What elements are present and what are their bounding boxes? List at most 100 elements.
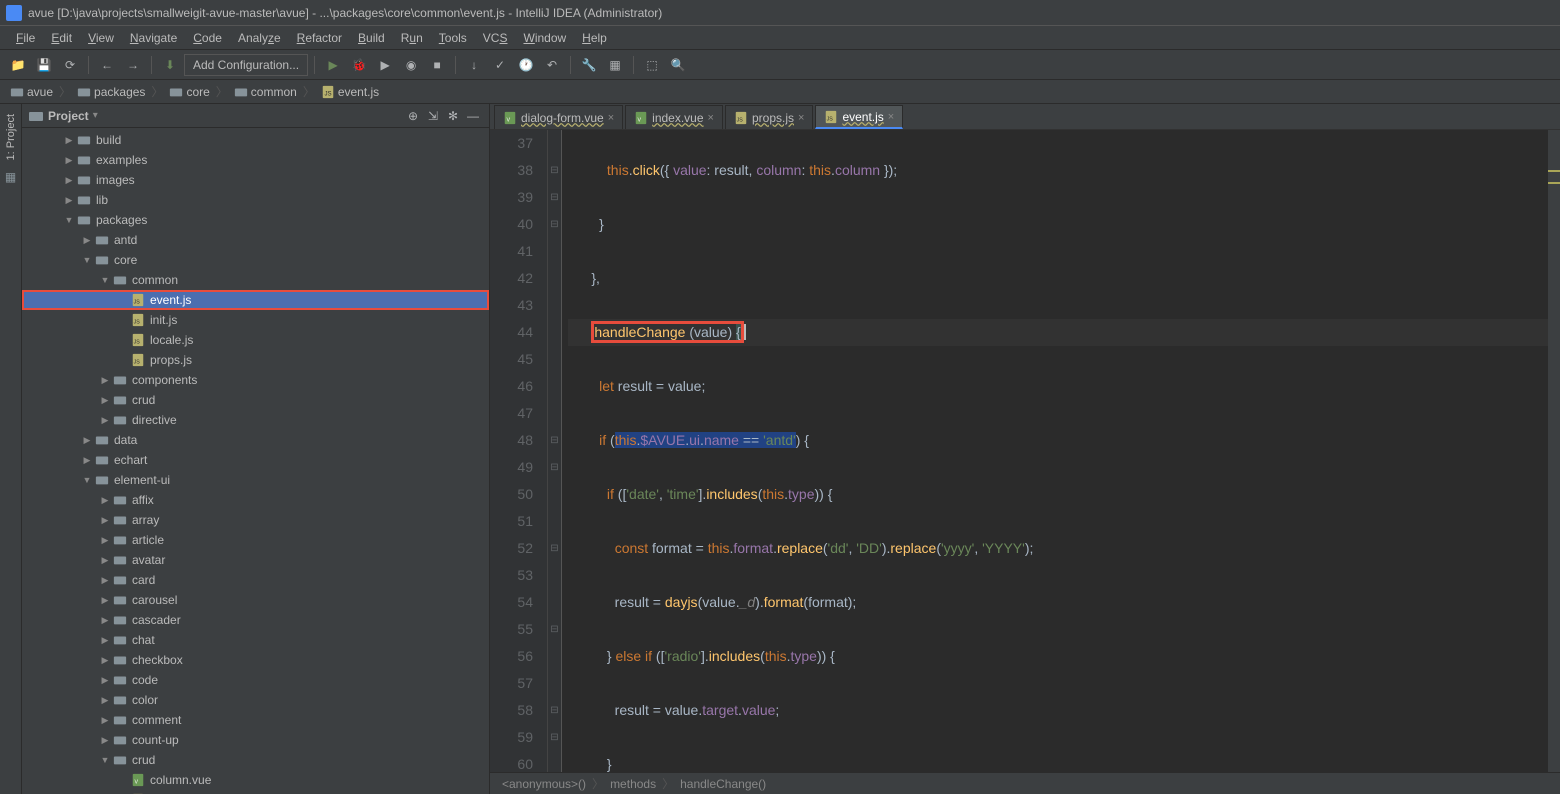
tree-item-crud[interactable]: ▼crud [22, 750, 489, 770]
menu-refactor[interactable]: Refactor [289, 29, 350, 47]
settings-icon[interactable]: ✻ [443, 106, 463, 126]
editor-tab-event-js[interactable]: JSevent.js× [815, 105, 903, 129]
fold-marker-icon[interactable]: ⊟ [548, 616, 561, 643]
tree-arrow-icon[interactable]: ▶ [98, 595, 112, 606]
tree-item-article[interactable]: ▶article [22, 530, 489, 550]
project-tool-tab[interactable]: 1: Project [5, 110, 17, 164]
tree-item-element-ui[interactable]: ▼element-ui [22, 470, 489, 490]
breadcrumb-handlechange[interactable]: handleChange() [674, 777, 772, 791]
fold-marker-icon[interactable] [548, 508, 561, 535]
tree-item-common[interactable]: ▼common [22, 270, 489, 290]
fold-marker-icon[interactable] [548, 130, 561, 157]
breadcrumb-methods[interactable]: methods [604, 777, 662, 791]
editor-tab-dialog-form-vue[interactable]: Vdialog-form.vue× [494, 105, 623, 129]
fold-marker-icon[interactable] [548, 292, 561, 319]
profile-icon[interactable]: ◉ [399, 53, 423, 77]
tree-item-config-js[interactable]: JSconfig.js [22, 790, 489, 794]
menu-file[interactable]: File [8, 29, 43, 47]
fold-marker-icon[interactable] [548, 670, 561, 697]
tree-arrow-icon[interactable]: ▶ [98, 655, 112, 666]
tree-arrow-icon[interactable]: ▶ [98, 735, 112, 746]
breadcrumb-avue[interactable]: avue [6, 85, 57, 99]
menu-view[interactable]: View [80, 29, 122, 47]
fold-marker-icon[interactable] [548, 373, 561, 400]
tree-item-props-js[interactable]: JSprops.js [22, 350, 489, 370]
menu-help[interactable]: Help [574, 29, 615, 47]
fold-marker-icon[interactable] [548, 400, 561, 427]
tree-item-build[interactable]: ▶build [22, 130, 489, 150]
run-icon[interactable]: ▶ [321, 53, 345, 77]
fold-marker-icon[interactable]: ⊟ [548, 427, 561, 454]
tree-item-column-vue[interactable]: Vcolumn.vue [22, 770, 489, 790]
breadcrumb-common[interactable]: common [230, 85, 301, 99]
breadcrumb-anonymous[interactable]: <anonymous>() [496, 777, 592, 791]
editor-tab-props-js[interactable]: JSprops.js× [725, 105, 813, 129]
tree-arrow-icon[interactable]: ▼ [62, 215, 76, 225]
tree-arrow-icon[interactable]: ▶ [98, 555, 112, 566]
menu-code[interactable]: Code [185, 29, 230, 47]
close-tab-icon[interactable]: × [708, 112, 714, 124]
structure-tool-icon[interactable]: ▦ [5, 170, 16, 184]
fold-marker-icon[interactable]: ⊟ [548, 535, 561, 562]
tree-arrow-icon[interactable]: ▶ [98, 535, 112, 546]
tree-item-code[interactable]: ▶code [22, 670, 489, 690]
fold-marker-icon[interactable] [548, 751, 561, 772]
vcs-history-icon[interactable]: 🕐 [514, 53, 538, 77]
close-tab-icon[interactable]: × [798, 112, 804, 124]
menu-run[interactable]: Run [393, 29, 431, 47]
menu-navigate[interactable]: Navigate [122, 29, 185, 47]
tree-arrow-icon[interactable]: ▶ [98, 675, 112, 686]
tree-item-antd[interactable]: ▶antd [22, 230, 489, 250]
build-icon[interactable]: ⬇ [158, 53, 182, 77]
fold-marker-icon[interactable]: ⊟ [548, 724, 561, 751]
ide-settings-icon[interactable]: 🔧 [577, 53, 601, 77]
fold-marker-icon[interactable] [548, 562, 561, 589]
debug-icon[interactable]: 🐞 [347, 53, 371, 77]
tree-item-cascader[interactable]: ▶cascader [22, 610, 489, 630]
refresh-icon[interactable]: ⟳ [58, 53, 82, 77]
tree-item-affix[interactable]: ▶affix [22, 490, 489, 510]
menu-build[interactable]: Build [350, 29, 393, 47]
select-opened-file-icon[interactable]: ⊕ [403, 106, 423, 126]
tree-item-comment[interactable]: ▶comment [22, 710, 489, 730]
tree-arrow-icon[interactable]: ▶ [80, 455, 94, 466]
tree-item-components[interactable]: ▶components [22, 370, 489, 390]
tree-item-count-up[interactable]: ▶count-up [22, 730, 489, 750]
breadcrumb-packages[interactable]: packages [73, 85, 149, 99]
tree-arrow-icon[interactable]: ▼ [80, 255, 94, 265]
tree-arrow-icon[interactable]: ▼ [98, 275, 112, 285]
project-structure-icon[interactable]: ▦ [603, 53, 627, 77]
tree-arrow-icon[interactable]: ▶ [62, 175, 76, 186]
tree-arrow-icon[interactable]: ▶ [62, 155, 76, 166]
tree-item-crud[interactable]: ▶crud [22, 390, 489, 410]
search-icon[interactable]: 🔍 [666, 53, 690, 77]
tree-item-carousel[interactable]: ▶carousel [22, 590, 489, 610]
fold-marker-icon[interactable] [548, 346, 561, 373]
tree-item-lib[interactable]: ▶lib [22, 190, 489, 210]
menu-tools[interactable]: Tools [431, 29, 475, 47]
fold-marker-icon[interactable]: ⊟ [548, 211, 561, 238]
tree-arrow-icon[interactable]: ▶ [98, 615, 112, 626]
editor-scrollbar-marks[interactable] [1548, 130, 1560, 772]
breadcrumb-eventjs[interactable]: JS event.js [317, 85, 383, 99]
fold-marker-icon[interactable] [548, 643, 561, 670]
close-tab-icon[interactable]: × [608, 112, 614, 124]
save-icon[interactable]: 💾 [32, 53, 56, 77]
vcs-update-icon[interactable]: ↓ [462, 53, 486, 77]
tree-arrow-icon[interactable]: ▶ [98, 395, 112, 406]
fold-marker-icon[interactable] [548, 238, 561, 265]
fold-gutter[interactable]: ⊟⊟⊟⊟⊟⊟⊟⊟⊟ [548, 130, 562, 772]
fold-marker-icon[interactable] [548, 319, 561, 346]
fold-marker-icon[interactable] [548, 589, 561, 616]
code-area[interactable]: this.click({ value: result, column: this… [562, 130, 1548, 772]
editor-tab-index-vue[interactable]: Vindex.vue× [625, 105, 723, 129]
menu-vcs[interactable]: VCS [475, 29, 516, 47]
layout-icon[interactable]: ⬚ [640, 53, 664, 77]
tree-arrow-icon[interactable]: ▼ [98, 755, 112, 765]
tree-item-checkbox[interactable]: ▶checkbox [22, 650, 489, 670]
stop-icon[interactable]: ■ [425, 53, 449, 77]
tree-arrow-icon[interactable]: ▶ [98, 575, 112, 586]
tree-arrow-icon[interactable]: ▶ [80, 235, 94, 246]
tree-arrow-icon[interactable]: ▶ [98, 715, 112, 726]
tree-item-init-js[interactable]: JSinit.js [22, 310, 489, 330]
